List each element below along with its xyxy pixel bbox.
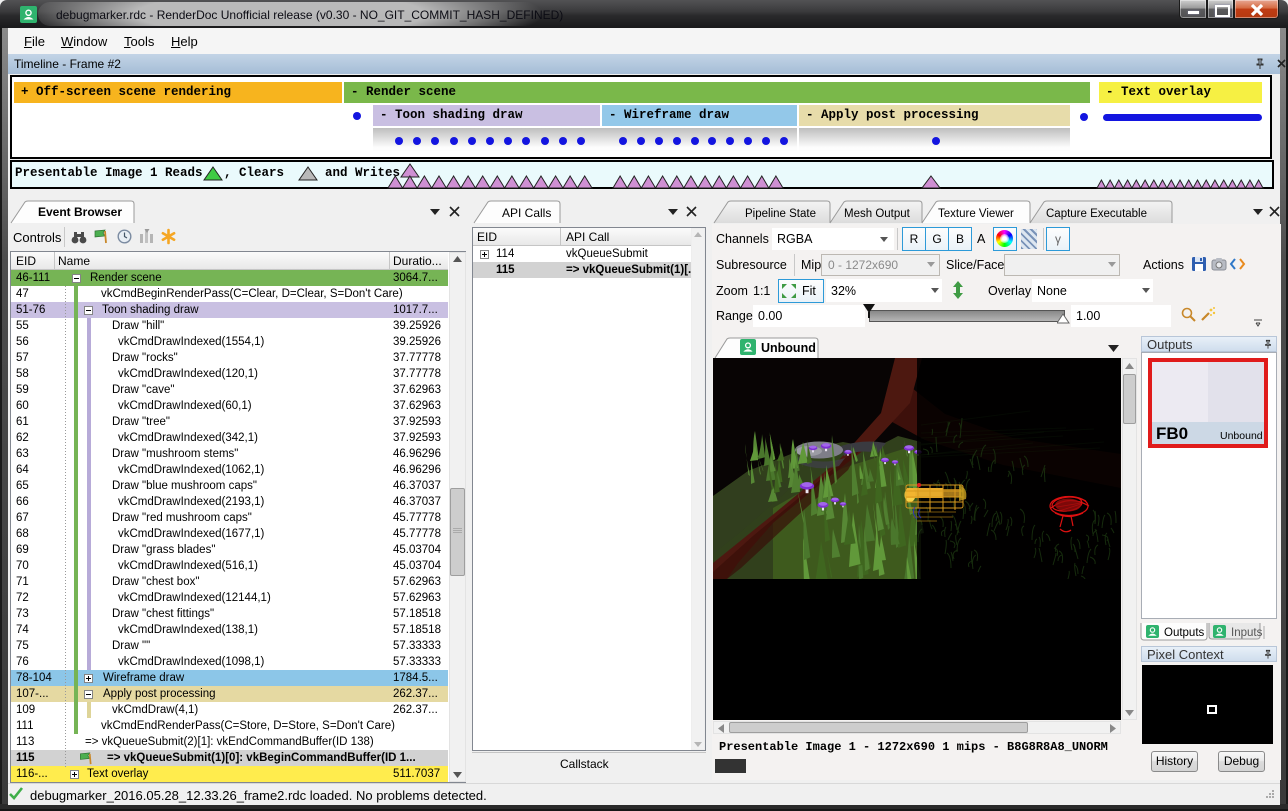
svg-text:Capture Executable: Capture Executable bbox=[1046, 208, 1147, 220]
svg-text:Texture Viewer: Texture Viewer bbox=[938, 208, 1014, 220]
svg-text:Pipeline State: Pipeline State bbox=[745, 208, 816, 220]
svg-text:Mesh Output: Mesh Output bbox=[844, 208, 911, 220]
